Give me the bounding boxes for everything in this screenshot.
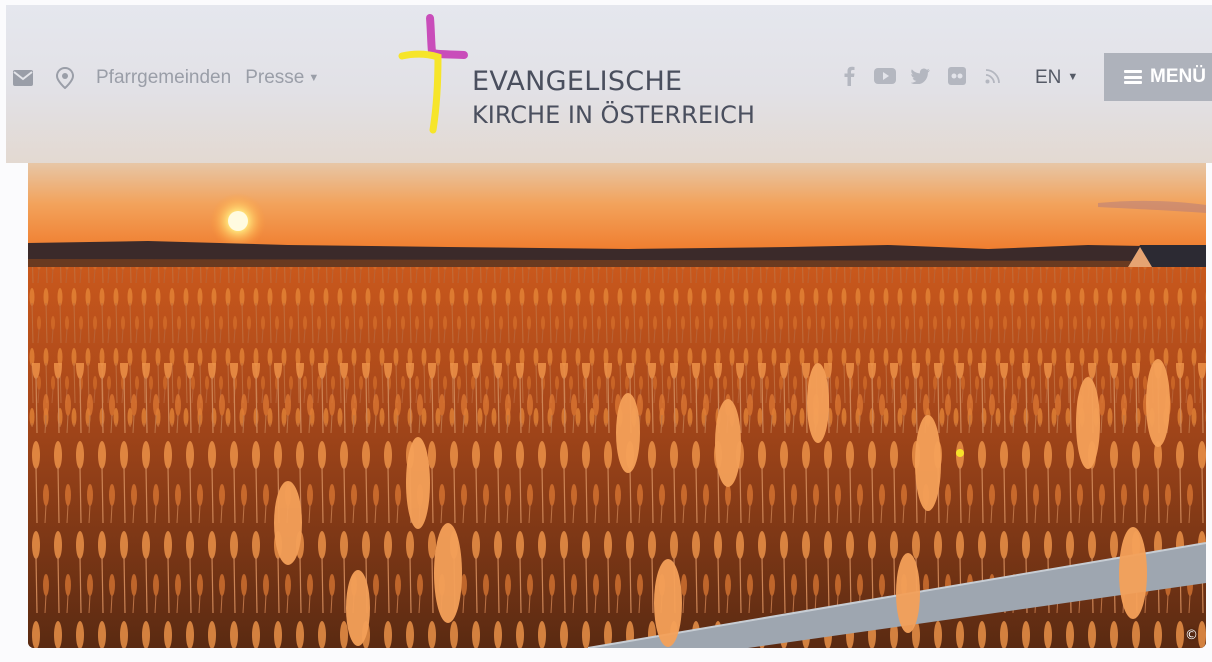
chevron-down-icon: ▼ bbox=[308, 72, 320, 84]
social-links bbox=[838, 65, 1018, 87]
logo-text-line2: KIRCHE IN ÖSTERREICH bbox=[472, 101, 755, 129]
flickr-icon[interactable] bbox=[946, 65, 968, 87]
nav-link-pfarrgemeinden[interactable]: Pfarrgemeinden bbox=[96, 67, 231, 89]
language-switcher[interactable]: EN ▼ bbox=[1035, 67, 1078, 89]
chevron-down-icon: ▼ bbox=[1067, 71, 1079, 83]
menu-button[interactable]: MENÜ bbox=[1104, 53, 1212, 101]
nav-link-presse[interactable]: Presse ▼ bbox=[245, 67, 319, 89]
language-current: EN bbox=[1035, 67, 1062, 88]
site-header: Pfarrgemeinden Presse ▼ EVANGELISCHE KIRC… bbox=[6, 5, 1212, 163]
map-pin-icon[interactable] bbox=[54, 67, 76, 89]
youtube-icon[interactable] bbox=[874, 65, 896, 87]
top-nav-left: Pfarrgemeinden Presse ▼ bbox=[12, 67, 333, 89]
facebook-icon[interactable] bbox=[838, 65, 860, 87]
cross-logo-icon bbox=[398, 14, 468, 134]
hamburger-icon bbox=[1124, 70, 1142, 84]
copyright-icon[interactable]: © bbox=[1185, 628, 1198, 643]
nav-link-presse-label: Presse bbox=[245, 67, 305, 88]
hero-image: © bbox=[28, 163, 1206, 648]
logo-text-line1: EVANGELISCHE bbox=[472, 66, 683, 97]
hero-photo-reed-sunset bbox=[28, 163, 1206, 648]
envelope-icon[interactable] bbox=[12, 67, 34, 89]
twitter-icon[interactable] bbox=[910, 65, 932, 87]
menu-button-label: MENÜ bbox=[1150, 66, 1206, 87]
rss-icon[interactable] bbox=[982, 65, 1004, 87]
site-logo[interactable]: EVANGELISCHE KIRCHE IN ÖSTERREICH bbox=[394, 10, 774, 140]
